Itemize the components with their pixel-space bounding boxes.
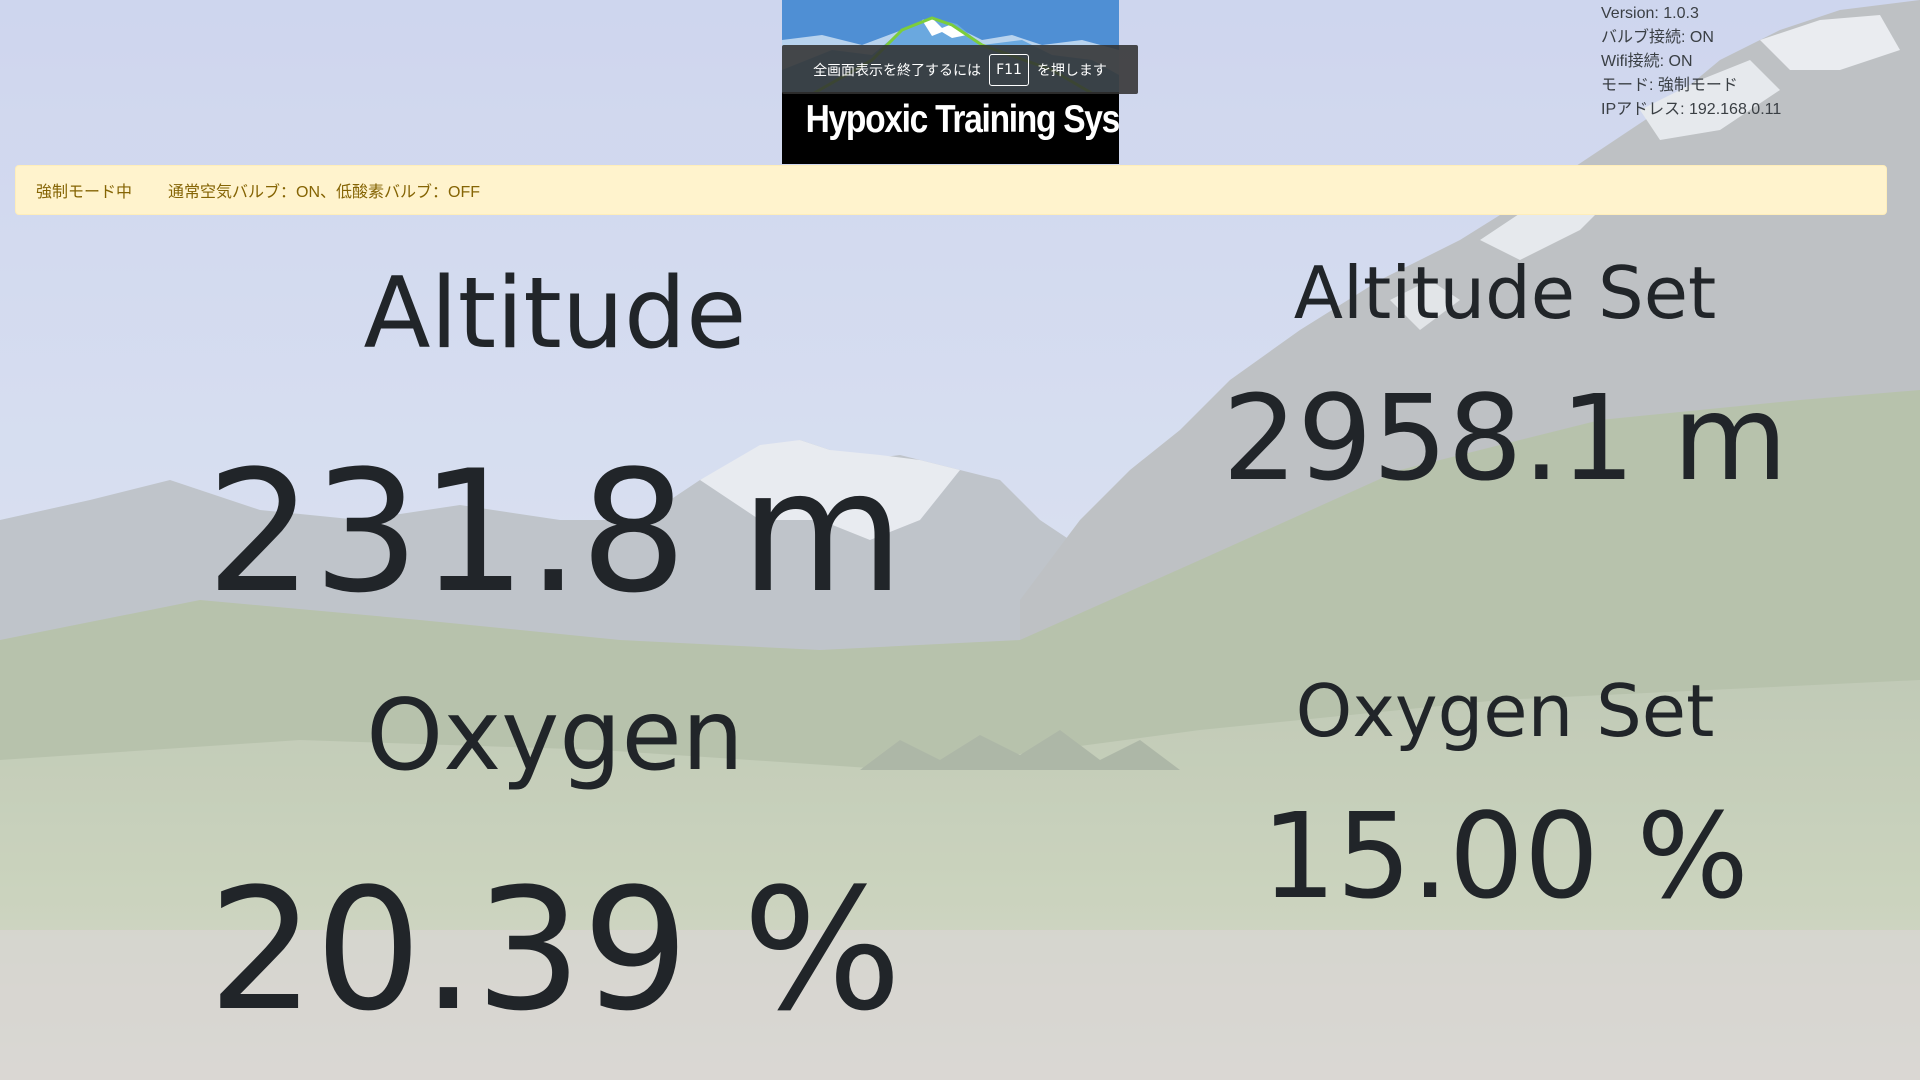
alert-valve-status: 通常空気バルブ：ON、低酸素バルブ：OFF (168, 184, 481, 201)
altitude-label: Altitude (363, 257, 747, 371)
oxygen-set-label: Oxygen Set (1295, 669, 1715, 753)
wifi-connection-status: Wifi接続: ON (1601, 53, 1693, 70)
logo-text: Hypoxic Training Systems (805, 98, 1119, 141)
fullscreen-notice-prefix: 全画面表示を終了するには (813, 62, 982, 79)
fullscreen-notice-suffix: を押します (1036, 62, 1107, 79)
altitude-value: 231.8 m (205, 434, 904, 630)
altitude-set-label: Altitude Set (1293, 251, 1717, 335)
oxygen-value: 20.39 % (208, 852, 902, 1048)
ip-address-text: IPアドレス: 192.168.0.11 (1601, 101, 1782, 118)
valve-connection-status: バルブ接続: ON (1601, 29, 1714, 46)
oxygen-label: Oxygen (366, 679, 744, 793)
forced-mode-alert: 強制モード中 通常空気バルブ：ON、低酸素バルブ：OFF (15, 165, 1887, 215)
oxygen-set-value: 15.00 % (1261, 787, 1749, 925)
version-text: Version: 1.0.3 (1601, 5, 1699, 22)
mode-status: モード: 強制モード (1601, 77, 1738, 94)
alert-mode-text: 強制モード中 (36, 184, 133, 201)
altitude-set-value: 2958.1 m (1222, 369, 1788, 507)
f11-key-badge: F11 (989, 53, 1029, 86)
fullscreen-exit-notice: 全画面表示を終了するには F11 を押します (782, 45, 1138, 94)
status-info-panel: Version: 1.0.3 バルブ接続: ON Wifi接続: ON モード:… (1601, 2, 1781, 122)
